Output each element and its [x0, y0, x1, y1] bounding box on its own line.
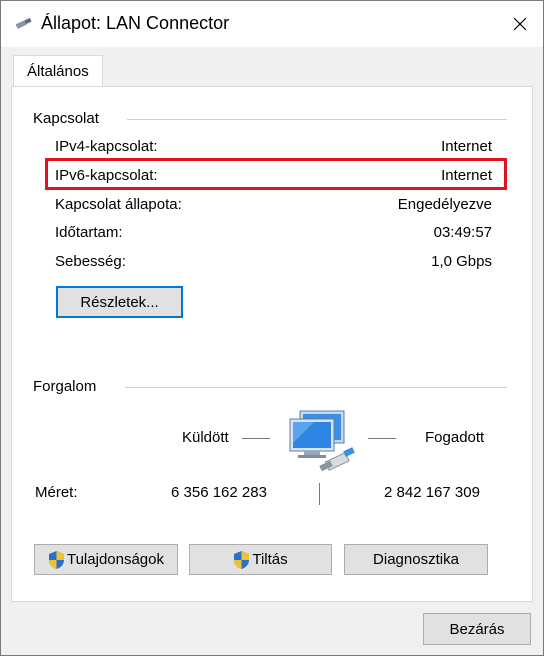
- traffic-divider: [319, 483, 320, 505]
- connection-state-label: Kapcsolat állapota:: [55, 196, 182, 213]
- disable-button-label: Tiltás: [252, 551, 288, 568]
- traffic-group-divider: [125, 387, 507, 388]
- diagnose-button[interactable]: Diagnosztika: [344, 544, 488, 575]
- ipv4-label: IPv4-kapcsolat:: [55, 138, 158, 155]
- tab-panel-general: Kapcsolat IPv4-kapcsolat: Internet IPv6-…: [11, 86, 533, 602]
- network-computers-icon: [289, 410, 355, 472]
- close-icon: [513, 17, 527, 31]
- window-title: Állapot: LAN Connector: [41, 13, 230, 33]
- close-window-button[interactable]: [497, 1, 543, 47]
- sent-bytes-value: 6 356 162 283: [171, 484, 267, 501]
- connection-group-label: Kapcsolat: [33, 110, 99, 127]
- uac-shield-icon: [48, 550, 64, 569]
- received-connector-line: [368, 438, 396, 439]
- duration-value: 03:49:57: [433, 224, 492, 241]
- properties-button[interactable]: Tulajdonságok: [34, 544, 178, 575]
- speed-value: 1,0 Gbps: [431, 253, 492, 270]
- uac-shield-icon: [234, 550, 250, 569]
- speed-label: Sebesség:: [55, 253, 126, 270]
- connection-group-divider: [127, 119, 507, 120]
- status-dialog: Állapot: LAN Connector Általános Kapcsol…: [0, 0, 544, 656]
- title-bar: Állapot: LAN Connector: [1, 1, 543, 47]
- connection-state-value: Engedélyezve: [397, 196, 492, 213]
- close-button[interactable]: Bezárás: [423, 613, 531, 645]
- properties-button-label: Tulajdonságok: [66, 551, 164, 568]
- traffic-group-label: Forgalom: [33, 378, 97, 395]
- network-cable-icon: [15, 16, 33, 30]
- size-label: Méret:: [35, 484, 78, 501]
- received-label: Fogadott: [425, 429, 485, 446]
- sent-connector-line: [242, 438, 270, 439]
- received-bytes-value: 2 842 167 309: [384, 484, 480, 501]
- ipv4-value: Internet: [441, 138, 492, 155]
- ipv6-highlight-box: [45, 158, 507, 190]
- details-button[interactable]: Részletek...: [56, 286, 183, 318]
- disable-button[interactable]: Tiltás: [189, 544, 332, 575]
- tab-general[interactable]: Általános: [13, 55, 103, 88]
- duration-label: Időtartam:: [55, 224, 123, 241]
- sent-label: Küldött: [182, 429, 229, 446]
